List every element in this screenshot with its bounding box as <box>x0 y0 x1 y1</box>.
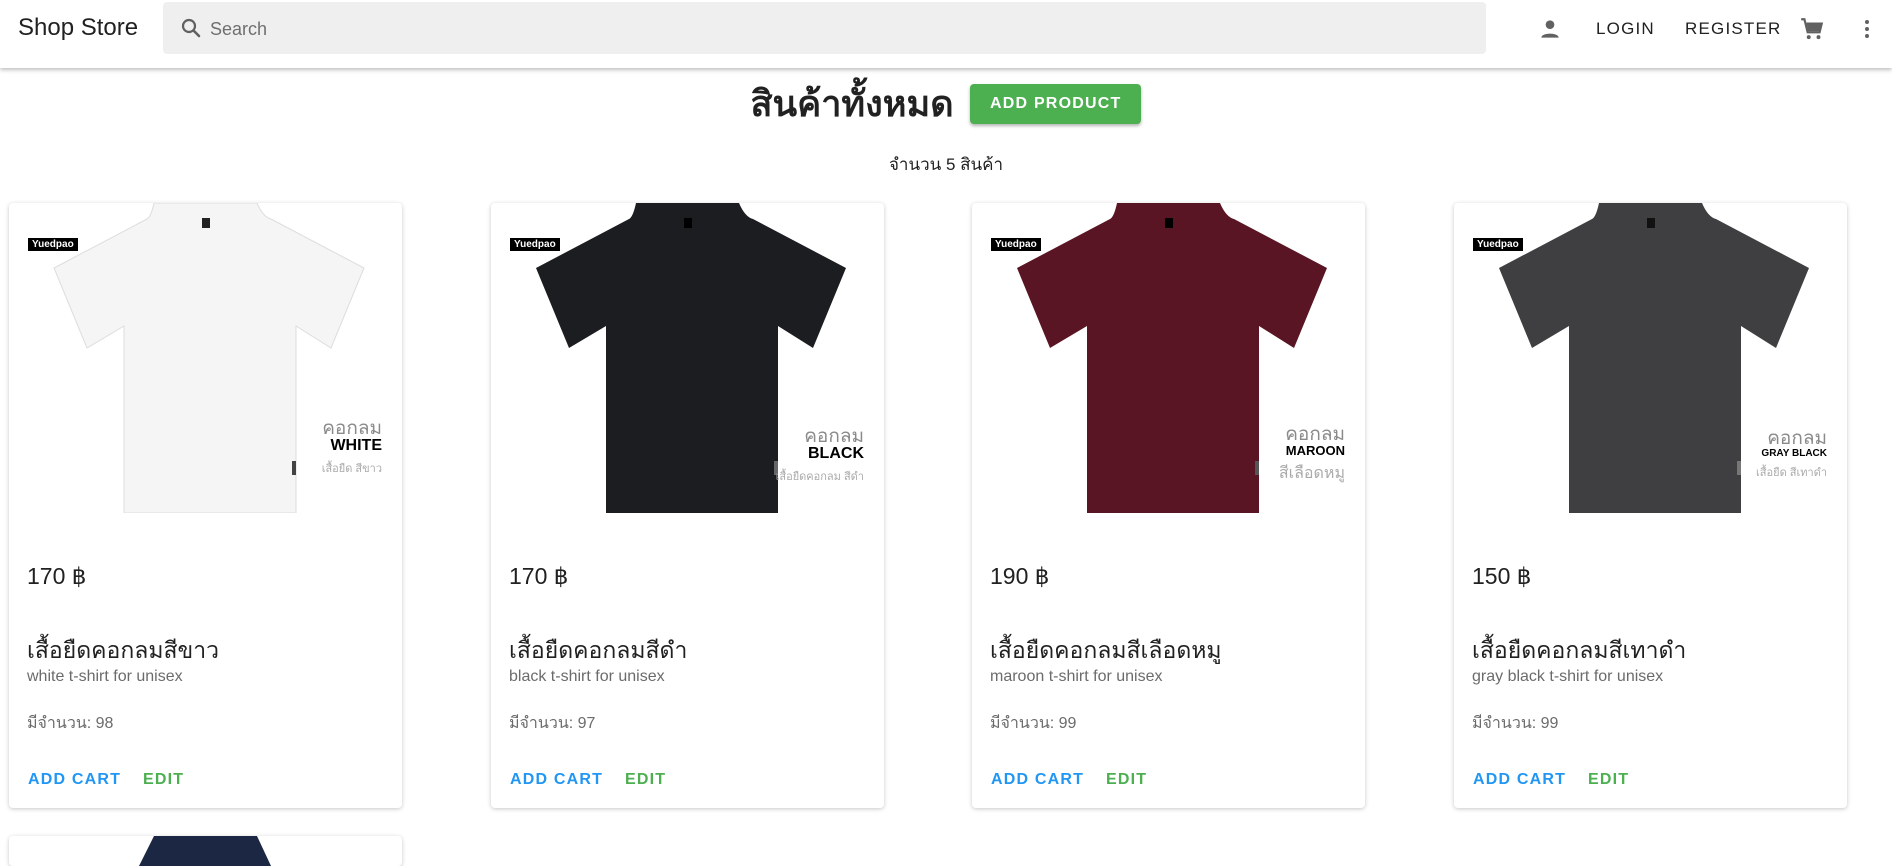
product-card <box>9 836 402 866</box>
search-input[interactable] <box>208 11 1462 47</box>
product-price: 170 ฿ <box>509 563 569 589</box>
tshirt-image <box>139 836 271 866</box>
product-name: เสื้อยืดคอกลมสีดำ <box>509 637 688 663</box>
tshirt-shape <box>53 202 365 514</box>
image-caption-sub: เสื้อยืดคอกลม สีดำ <box>775 471 864 483</box>
product-description: white t-shirt for unisex <box>27 668 183 685</box>
image-caption-color: MAROON <box>1285 443 1345 458</box>
image-caption-sub: เสื้อยืด สีเทาดำ <box>1756 467 1827 479</box>
search-bar[interactable] <box>163 2 1486 54</box>
brand-tag: Yuedpao <box>28 238 78 251</box>
image-caption-color: BLACK <box>808 445 864 462</box>
product-count: จำนวน 5 สินค้า <box>888 155 1004 174</box>
product-image[interactable]: Yuedpao คอกลม MAROON สีเลือดหมู <box>972 203 1365 513</box>
product-price: 190 ฿ <box>990 563 1050 589</box>
product-card: Yuedpao คอกลม MAROON สีเลือดหมู 190 ฿ เส… <box>972 203 1365 808</box>
account-icon[interactable] <box>1537 16 1563 42</box>
edit-button[interactable]: EDIT <box>1106 771 1147 789</box>
product-card: Yuedpao คอกลม BLACK เสื้อยืดคอกลม สีดำ 1… <box>491 203 884 808</box>
product-card: Yuedpao คอกลม WHITE เสื้อยืด สีขาว 170 ฿… <box>9 202 402 808</box>
edit-button[interactable]: EDIT <box>1588 771 1629 789</box>
product-price: 170 ฿ <box>27 563 87 589</box>
add-cart-button[interactable]: ADD CART <box>1473 771 1566 789</box>
product-price: 150 ฿ <box>1472 563 1532 589</box>
product-image[interactable]: Yuedpao คอกลม BLACK เสื้อยืดคอกลม สีดำ <box>491 203 884 513</box>
product-image[interactable]: Yuedpao คอกลม WHITE เสื้อยืด สีขาว <box>9 202 402 514</box>
product-stock: มีจำนวน: 97 <box>509 715 596 732</box>
app-bar: Shop Store LOGIN REGISTER <box>0 0 1892 68</box>
product-stock: มีจำนวน: 98 <box>27 715 114 732</box>
product-image[interactable]: Yuedpao คอกลม GRAY BLACK เสื้อยืด สีเทาด… <box>1454 203 1847 513</box>
add-cart-button[interactable]: ADD CART <box>991 771 1084 789</box>
brand-tag: Yuedpao <box>510 238 560 251</box>
product-description: gray black t-shirt for unisex <box>1472 668 1664 685</box>
product-card: Yuedpao คอกลม GRAY BLACK เสื้อยืด สีเทาด… <box>1454 203 1847 808</box>
image-caption-sub: เสื้อยืด สีขาว <box>321 463 382 475</box>
product-name: เสื้อยืดคอกลมสีเลือดหมู <box>990 637 1222 663</box>
edit-button[interactable]: EDIT <box>143 771 184 789</box>
more-vert-icon[interactable] <box>1855 16 1879 42</box>
image-caption-sub: สีเลือดหมู <box>1278 465 1345 482</box>
image-caption-color: GRAY BLACK <box>1761 448 1827 459</box>
product-stock: มีจำนวน: 99 <box>1472 715 1559 732</box>
brand-title[interactable]: Shop Store <box>18 16 138 40</box>
product-description: maroon t-shirt for unisex <box>990 668 1163 685</box>
cart-icon[interactable] <box>1799 16 1825 42</box>
product-description: black t-shirt for unisex <box>509 668 665 685</box>
register-button[interactable]: REGISTER <box>1685 19 1782 39</box>
product-stock: มีจำนวน: 99 <box>990 715 1077 732</box>
add-product-button[interactable]: ADD PRODUCT <box>970 84 1142 124</box>
brand-tag: Yuedpao <box>991 238 1041 251</box>
tshirt-shape <box>139 836 271 866</box>
login-button[interactable]: LOGIN <box>1596 19 1655 39</box>
add-cart-button[interactable]: ADD CART <box>28 771 121 789</box>
add-cart-button[interactable]: ADD CART <box>510 771 603 789</box>
edit-button[interactable]: EDIT <box>625 771 666 789</box>
brand-tag: Yuedpao <box>1473 238 1523 251</box>
image-caption-color: WHITE <box>330 437 382 454</box>
page-title: สินค้าทั้งหมด <box>750 83 954 124</box>
product-name: เสื้อยืดคอกลมสีขาว <box>27 637 220 663</box>
product-name: เสื้อยืดคอกลมสีเทาดำ <box>1472 637 1687 663</box>
page-header: สินค้าทั้งหมด ADD PRODUCT <box>0 82 1892 132</box>
search-icon <box>181 18 201 38</box>
